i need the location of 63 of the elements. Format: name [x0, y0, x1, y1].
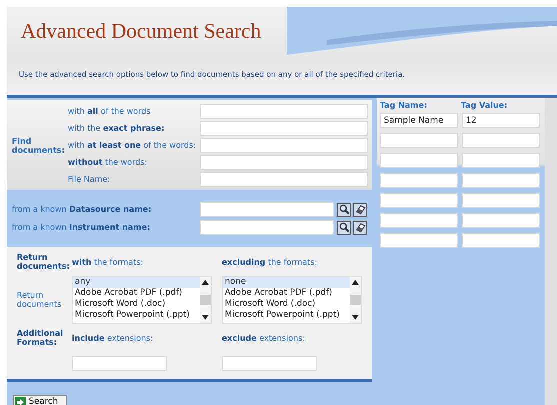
tag-value-field[interactable]: [462, 193, 540, 208]
list-option[interactable]: Microsoft Powerpoint (.ppt): [73, 310, 200, 321]
tag-value-field[interactable]: [462, 133, 540, 148]
search-icon[interactable]: [337, 202, 351, 216]
list-option[interactable]: Adobe Acrobat PDF (.pdf): [223, 288, 350, 299]
tag-value-field[interactable]: [462, 233, 540, 248]
section-heading: Additional Formats:: [17, 329, 64, 347]
field-label: excluding the formats:: [222, 258, 318, 266]
tag-value-field[interactable]: [462, 153, 540, 168]
tag-name-field[interactable]: Sample Name: [380, 113, 458, 128]
side-label: Return documents: [17, 291, 63, 309]
format-listbox[interactable]: none Adobe Acrobat PDF (.pdf) Microsoft Word (.doc) Microsoft Powerpoint (.ppt): [222, 276, 362, 324]
input-field[interactable]: [200, 202, 334, 217]
scrollbar-thumb[interactable]: [350, 295, 361, 305]
list-option[interactable]: none: [223, 277, 350, 288]
format-listbox[interactable]: any Adobe Acrobat PDF (.pdf) Microsoft Word (.doc) Microsoft Powerpoint (.ppt): [72, 276, 212, 324]
search-button[interactable]: Search: [13, 395, 68, 405]
scroll-up-icon[interactable]: [352, 280, 359, 285]
tag-value-field[interactable]: 12: [462, 113, 540, 128]
page-title: Advanced Document Search: [20, 18, 262, 44]
scrollbar-thumb[interactable]: [200, 295, 211, 305]
field-label: with the formats:: [72, 258, 144, 266]
eraser-icon[interactable]: [353, 202, 367, 216]
field-label: File Name:: [68, 175, 110, 184]
field-label: without the words:: [68, 158, 148, 167]
tag-value-field[interactable]: [462, 213, 540, 228]
list-option[interactable]: Microsoft Powerpoint (.ppt): [223, 310, 350, 321]
input-field[interactable]: [200, 155, 368, 170]
list-option[interactable]: any: [73, 277, 200, 288]
tag-name-field[interactable]: [380, 193, 458, 208]
column-header: Tag Value:: [461, 101, 509, 110]
tag-name-field[interactable]: [380, 173, 458, 188]
tag-name-field[interactable]: [380, 153, 458, 168]
input-field[interactable]: [222, 356, 317, 371]
list-option[interactable]: Adobe Acrobat PDF (.pdf): [73, 288, 200, 299]
arrow-icon: [15, 396, 26, 405]
field-label: from a known Instrument name:: [12, 223, 152, 232]
list-option[interactable]: Microsoft Word (.doc): [223, 299, 350, 310]
input-field[interactable]: [72, 356, 167, 371]
tag-name-field[interactable]: [380, 213, 458, 228]
input-field[interactable]: [200, 138, 368, 153]
field-label: with the exact phrase:: [68, 124, 165, 133]
eraser-icon[interactable]: [353, 220, 367, 234]
scroll-up-icon[interactable]: [202, 280, 209, 285]
scroll-down-icon[interactable]: [352, 315, 359, 320]
field-label: include extensions:: [72, 334, 154, 342]
list-option[interactable]: Microsoft Word (.doc): [73, 299, 200, 310]
input-field[interactable]: [200, 104, 368, 119]
field-label: with at least one of the words:: [68, 141, 196, 150]
section-heading: Find documents:: [12, 136, 66, 154]
column-header: Tag Name:: [380, 101, 428, 110]
search-icon[interactable]: [337, 220, 351, 234]
input-field[interactable]: [200, 121, 368, 136]
tag-value-field[interactable]: [462, 173, 540, 188]
tag-name-field[interactable]: [380, 133, 458, 148]
scroll-down-icon[interactable]: [202, 315, 209, 320]
input-field[interactable]: [200, 220, 334, 235]
section-heading: Return documents:: [17, 253, 71, 271]
input-field[interactable]: [200, 172, 368, 187]
tag-name-field[interactable]: [380, 233, 458, 248]
field-label: with all of the words: [68, 107, 151, 116]
field-label: from a known Datasource name:: [12, 205, 153, 214]
field-label: exclude extensions:: [222, 334, 306, 342]
